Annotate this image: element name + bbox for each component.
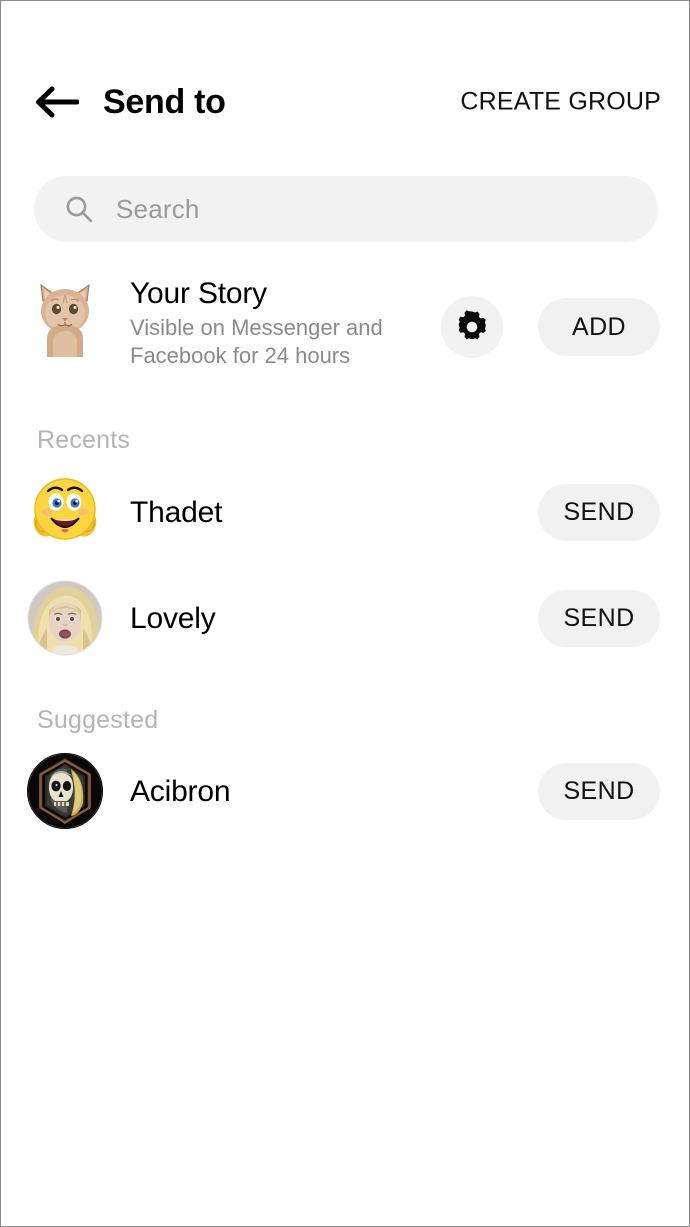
- cat-photo-avatar: [40, 283, 90, 357]
- avatar: [26, 279, 104, 357]
- add-to-story-button[interactable]: ADD: [538, 298, 660, 356]
- search-icon: [66, 196, 93, 223]
- create-group-button[interactable]: CREATE GROUP: [460, 88, 661, 117]
- gear-icon: [458, 310, 486, 340]
- smiley-emoji-avatar: [33, 478, 97, 540]
- send-button-acibron[interactable]: SEND: [538, 763, 660, 820]
- search-placeholder: Search: [116, 193, 200, 224]
- header-bar: Send to CREATE GROUP: [1, 61, 689, 143]
- send-button-thadet[interactable]: SEND: [538, 484, 660, 541]
- story-settings-button[interactable]: [441, 296, 503, 358]
- send-button-lovely[interactable]: SEND: [538, 590, 660, 647]
- arrow-left-icon: [36, 86, 79, 118]
- search-input[interactable]: Search: [34, 176, 658, 242]
- send-to-screen: Send to CREATE GROUP Search Your Story V…: [0, 0, 690, 1227]
- blonde-woman-photo-avatar: [27, 580, 103, 656]
- section-header-suggested: Suggested: [37, 706, 159, 734]
- avatar: [26, 752, 104, 830]
- avatar: [26, 579, 104, 657]
- section-header-recents: Recents: [37, 426, 131, 454]
- story-subtitle: Visible on Messenger and Facebook for 24…: [130, 315, 383, 369]
- back-button[interactable]: [23, 85, 89, 119]
- page-title: Send to: [103, 82, 226, 121]
- skull-reaper-avatar: [27, 753, 103, 829]
- avatar: [26, 473, 104, 551]
